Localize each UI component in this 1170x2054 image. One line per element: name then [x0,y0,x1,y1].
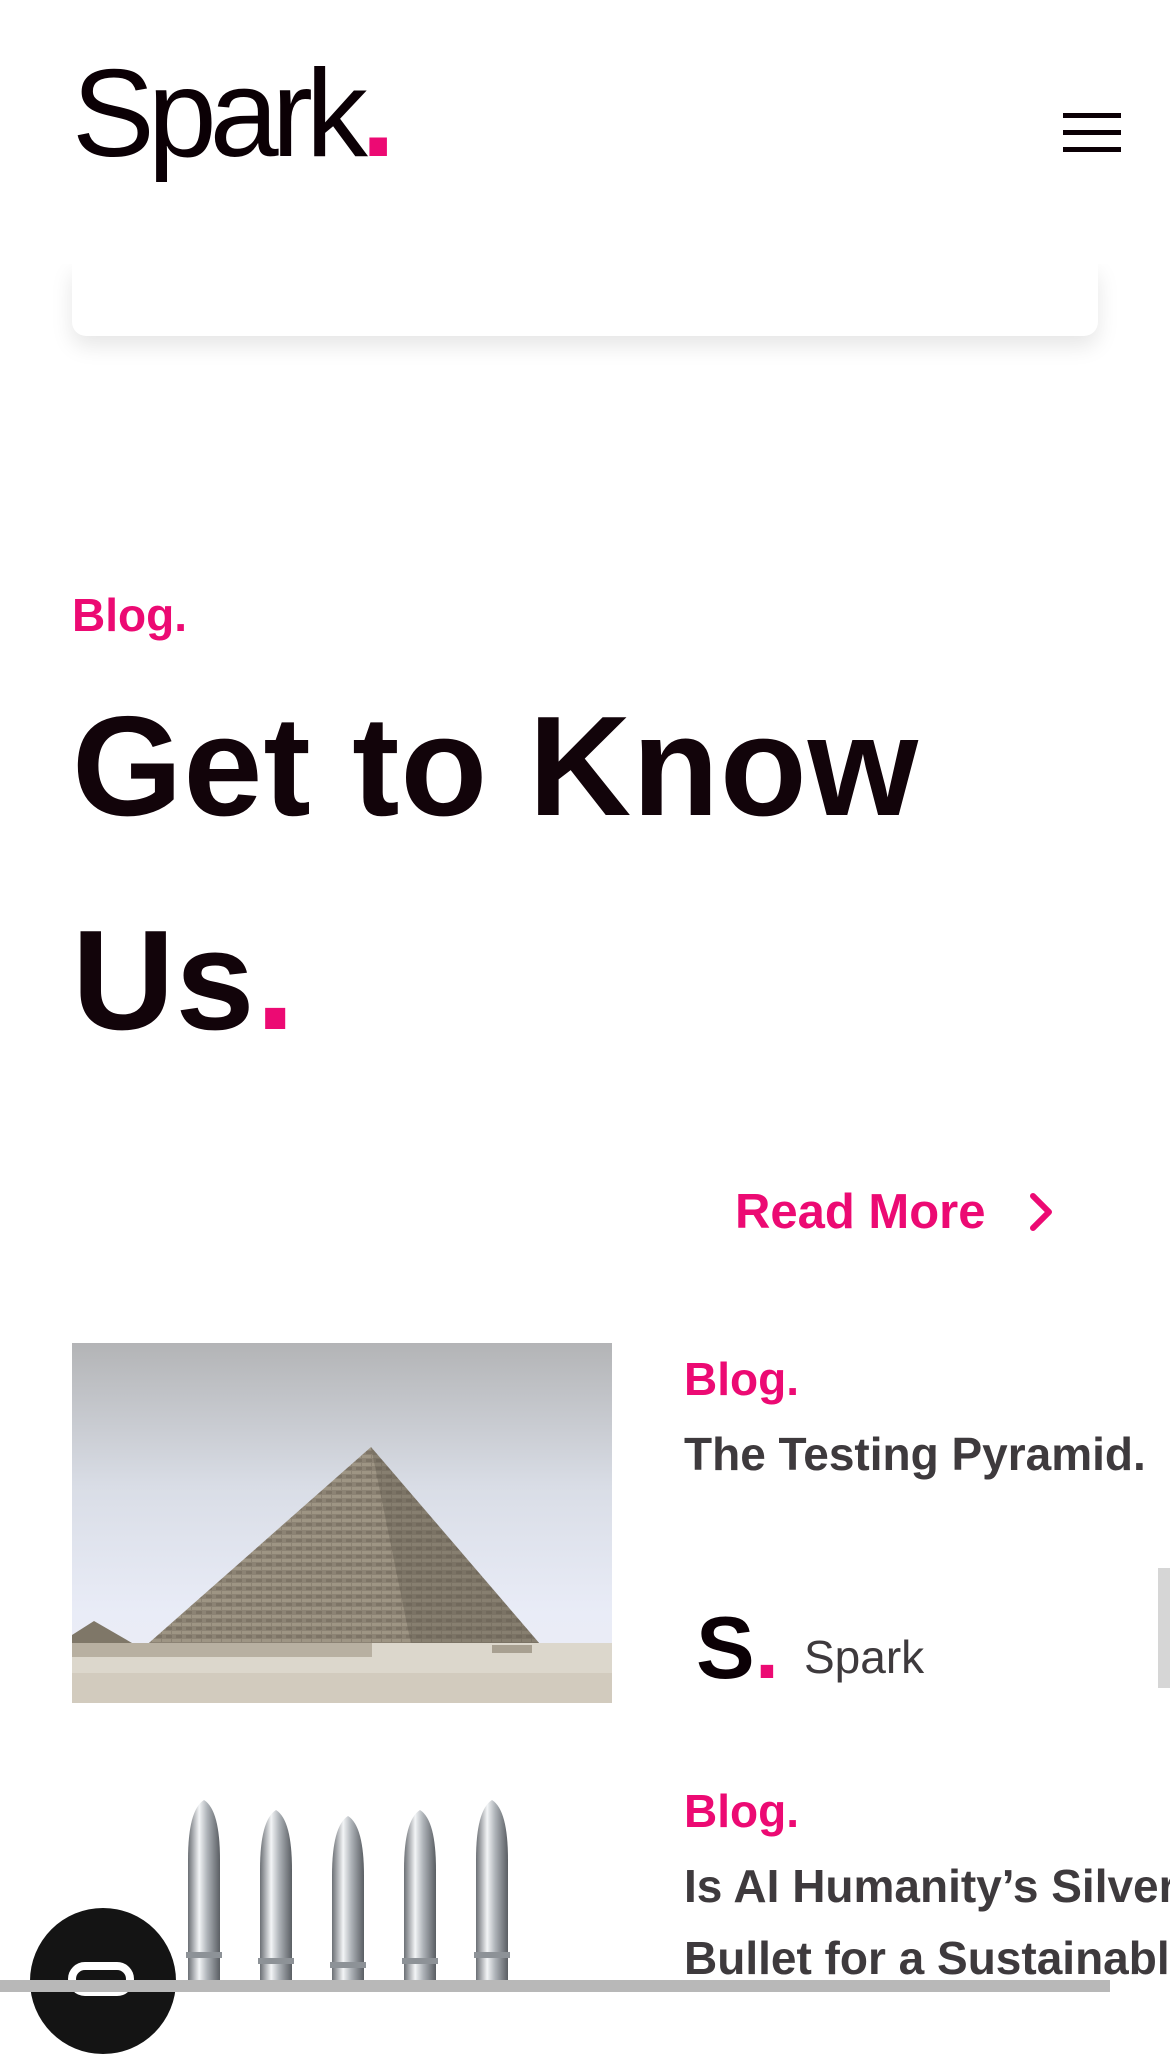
menu-line [1063,113,1121,118]
post-category: Blog. [684,1353,799,1405]
post-title[interactable]: The Testing Pyramid. [684,1418,1170,1490]
chevron-right-icon [1029,1193,1052,1231]
pyramid-illustration [72,1343,612,1703]
spark-logo[interactable]: Spark. [72,52,395,176]
post-title[interactable]: Is AI Humanity’s Silver Bullet for a Sus… [684,1850,1170,1994]
read-more-label: Read More [735,1185,986,1239]
headline-dot: . [255,901,296,1060]
menu-line [1063,130,1121,135]
read-more-link[interactable]: Read More [735,1184,1054,1240]
author-avatar: S. [696,1604,779,1692]
post-title-line: Is AI Humanity’s Silver [684,1860,1170,1912]
blog-eyebrow: Blog. [72,589,187,641]
post-category: Blog. [684,1785,799,1837]
author-initial: S [696,1598,755,1697]
site-header: Spark. [0,0,1170,264]
logo-text: Spark [72,45,368,183]
edge-tab [1158,1568,1170,1688]
section-headline: Get to Know Us. [72,660,1072,1088]
author-dot: . [754,1598,780,1697]
logo-dot: . [360,45,396,183]
pyramid-image[interactable] [72,1343,612,1703]
menu-line [1063,147,1121,152]
horizontal-scrollbar[interactable] [0,1980,1110,1992]
previous-section-card [72,264,1098,336]
author-name: Spark [804,1631,925,1683]
hamburger-menu-icon[interactable] [1063,113,1121,153]
headline-text: Get to Know Us [72,687,920,1060]
